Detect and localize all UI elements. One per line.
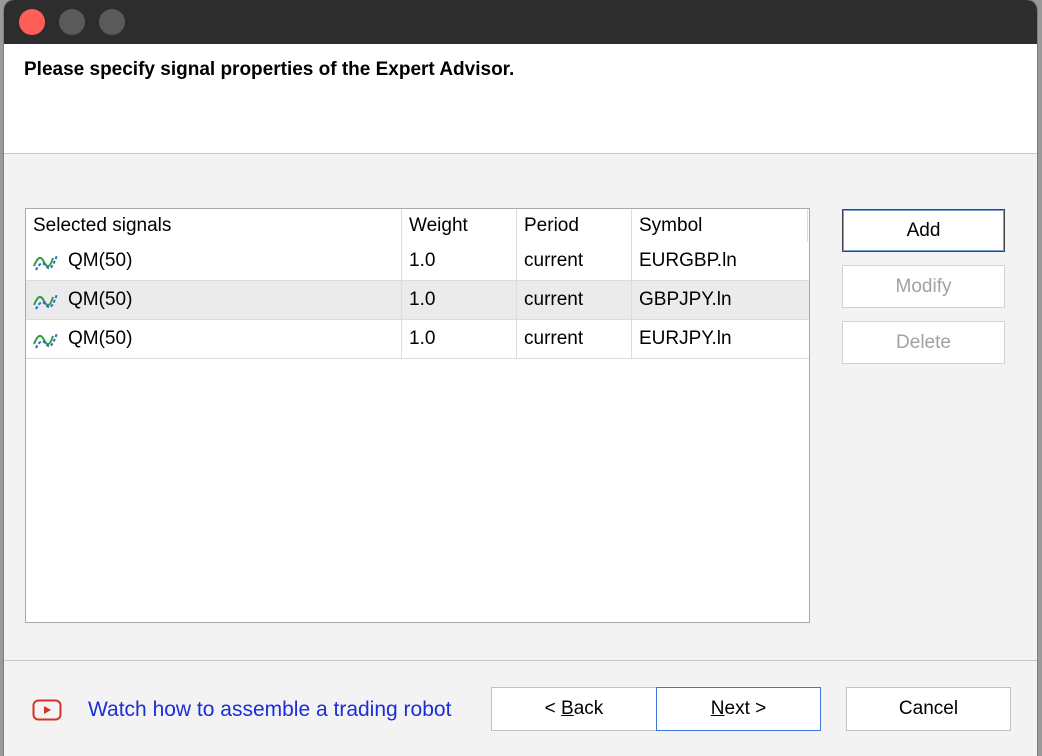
signal-wave-icon	[33, 254, 58, 271]
period-cell: current	[517, 242, 632, 280]
title-bar	[4, 0, 1037, 44]
back-button[interactable]: < Back	[491, 687, 657, 731]
wizard-header: Please specify signal properties of the …	[4, 44, 1037, 154]
page-title: Please specify signal properties of the …	[24, 59, 515, 80]
maximize-window-button[interactable]	[99, 9, 125, 35]
table-row[interactable]: QM(50) 1.0 current EURJPY.ln	[26, 320, 809, 359]
minimize-window-button[interactable]	[59, 9, 85, 35]
weight-cell: 1.0	[402, 320, 517, 358]
period-cell: current	[517, 281, 632, 319]
signal-name: QM(50)	[68, 250, 133, 271]
signal-name: QM(50)	[68, 289, 133, 310]
signal-name: QM(50)	[68, 328, 133, 349]
signal-cell: QM(50)	[26, 281, 402, 319]
cancel-button[interactable]: Cancel	[846, 687, 1011, 731]
modify-button[interactable]: Modify	[842, 265, 1005, 308]
watch-tutorial-link[interactable]: Watch how to assemble a trading robot	[88, 698, 451, 722]
next-button[interactable]: Next >	[656, 687, 821, 731]
table-row[interactable]: QM(50) 1.0 current GBPJPY.ln	[26, 281, 809, 320]
symbol-cell: GBPJPY.ln	[639, 289, 732, 310]
symbol-cell: EURJPY.ln	[639, 328, 732, 349]
signals-table[interactable]: Selected signals Weight Period Symbol QM…	[25, 208, 810, 623]
back-button-mnemonic: B	[561, 698, 574, 719]
back-button-rest: ack	[573, 698, 604, 719]
symbol-cell: EURGBP.ln	[639, 250, 737, 271]
next-button-rest: ext >	[724, 698, 767, 719]
delete-button[interactable]: Delete	[842, 321, 1005, 364]
back-button-prefix: <	[544, 698, 562, 719]
video-play-icon[interactable]	[32, 698, 62, 722]
table-row[interactable]: QM(50) 1.0 current EURGBP.ln	[26, 242, 809, 281]
column-header-signals[interactable]: Selected signals	[26, 209, 402, 242]
wizard-window: Please specify signal properties of the …	[4, 0, 1037, 756]
period-cell: current	[517, 320, 632, 358]
table-header-row: Selected signals Weight Period Symbol	[26, 209, 809, 242]
weight-cell: 1.0	[402, 281, 517, 319]
column-header-period[interactable]: Period	[517, 209, 632, 242]
signal-wave-icon	[33, 293, 58, 310]
footer-divider	[4, 660, 1037, 661]
column-header-symbol[interactable]: Symbol	[632, 209, 808, 242]
signal-cell: QM(50)	[26, 242, 402, 280]
next-button-mnemonic: N	[710, 698, 725, 719]
signal-wave-icon	[33, 332, 58, 349]
weight-cell: 1.0	[402, 242, 517, 280]
column-header-weight[interactable]: Weight	[402, 209, 517, 242]
add-button[interactable]: Add	[842, 209, 1005, 252]
close-window-button[interactable]	[19, 9, 45, 35]
signal-cell: QM(50)	[26, 320, 402, 358]
